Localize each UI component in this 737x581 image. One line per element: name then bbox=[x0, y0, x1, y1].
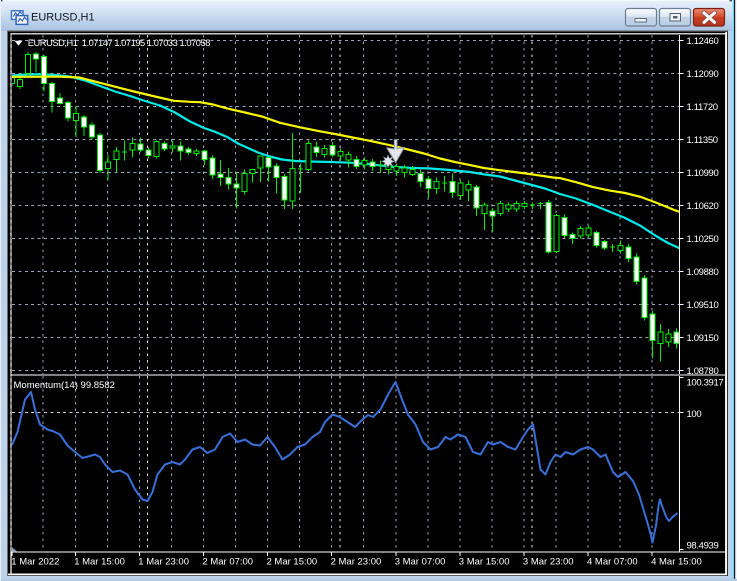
svg-text:1 Mar 23:00: 1 Mar 23:00 bbox=[138, 556, 189, 567]
svg-text:1 Mar 15:00: 1 Mar 15:00 bbox=[74, 556, 125, 567]
svg-text:4 Mar 07:00: 4 Mar 07:00 bbox=[587, 556, 638, 567]
svg-text:1.09880: 1.09880 bbox=[687, 267, 719, 278]
svg-text:1.08780: 1.08780 bbox=[687, 366, 719, 377]
svg-text:1.12460: 1.12460 bbox=[687, 36, 719, 47]
svg-text:1.11720: 1.11720 bbox=[687, 102, 718, 113]
svg-text:Momentum(14) 99.8582: Momentum(14) 99.8582 bbox=[14, 380, 115, 391]
svg-text:1.09510: 1.09510 bbox=[687, 300, 719, 311]
svg-text:1.11350: 1.11350 bbox=[687, 135, 718, 146]
svg-text:EURUSD,H1 1.07147 1.07195 1.0: EURUSD,H1 1.07147 1.07195 1.07033 1.0705… bbox=[28, 38, 210, 48]
svg-text:2 Mar 07:00: 2 Mar 07:00 bbox=[202, 556, 253, 567]
svg-text:1 Mar 2022: 1 Mar 2022 bbox=[11, 556, 59, 567]
svg-text:98.4939: 98.4939 bbox=[687, 541, 719, 552]
svg-text:3 Mar 15:00: 3 Mar 15:00 bbox=[459, 556, 510, 567]
svg-text:3 Mar 23:00: 3 Mar 23:00 bbox=[523, 556, 574, 567]
svg-text:1.09150: 1.09150 bbox=[687, 333, 719, 344]
svg-text:EURUSD,H1: EURUSD,H1 bbox=[31, 12, 95, 24]
svg-text:1.10620: 1.10620 bbox=[687, 201, 719, 212]
svg-text:100: 100 bbox=[687, 409, 702, 420]
svg-text:2 Mar 15:00: 2 Mar 15:00 bbox=[267, 556, 318, 567]
svg-text:1.10990: 1.10990 bbox=[687, 168, 719, 179]
svg-text:1.12090: 1.12090 bbox=[687, 69, 719, 80]
svg-text:2 Mar 23:00: 2 Mar 23:00 bbox=[331, 556, 382, 567]
svg-text:1.10250: 1.10250 bbox=[687, 234, 719, 245]
svg-text:3 Mar 07:00: 3 Mar 07:00 bbox=[395, 556, 446, 567]
svg-text:4 Mar 15:00: 4 Mar 15:00 bbox=[651, 556, 702, 567]
svg-text:100.3917: 100.3917 bbox=[687, 378, 724, 389]
